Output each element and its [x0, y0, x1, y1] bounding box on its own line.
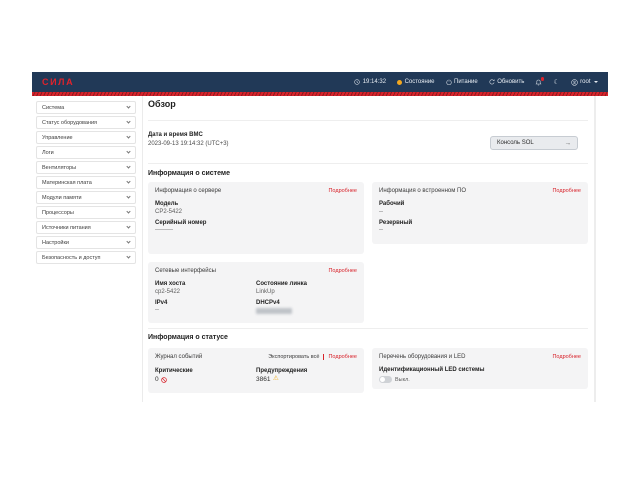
serial-label: Серийный номер	[155, 220, 357, 226]
event-log-card: Журнал событий Экспортировать всё Подроб…	[148, 348, 364, 393]
bmc-web-ui: СИЛА 19:14:32 Состояние	[32, 72, 608, 412]
identify-led-state: Выкл.	[395, 377, 410, 383]
power-menu[interactable]: Питание	[446, 79, 478, 85]
warning-label: Предупреждения	[256, 368, 357, 374]
clock-icon	[354, 79, 360, 85]
main-content: Обзор Дата и время BMC 2023-09-13 19:14:…	[148, 96, 594, 408]
screen: СИЛА 19:14:32 Состояние	[0, 0, 640, 480]
caret-down-icon	[594, 81, 598, 83]
firmware-backup-value: --	[379, 227, 581, 233]
sidebar-nav: Система Статус оборудования Управление Л…	[36, 101, 136, 266]
network-interfaces-card: Сетевые интерфейсы Подробнее Имя хоста c…	[148, 262, 364, 323]
chevron-down-icon	[126, 180, 130, 184]
sidebar-item-security-access[interactable]: Безопасность и доступ	[36, 251, 136, 264]
sidebar-item-memory-modules[interactable]: Модули памяти	[36, 191, 136, 204]
chevron-down-icon	[126, 255, 130, 259]
dhcpv4-label: DHCPv4	[256, 300, 357, 306]
power-menu-label: Питание	[454, 79, 478, 85]
chevron-down-icon	[126, 225, 130, 229]
card-title: Перечень оборудования и LED	[379, 354, 465, 360]
page-title: Обзор	[148, 99, 176, 109]
chevron-down-icon	[126, 135, 130, 139]
bmc-datetime-label: Дата и время BMC	[148, 132, 203, 138]
scrollbar-track[interactable]	[594, 96, 596, 402]
firmware-backup-label: Резервный	[379, 220, 581, 226]
bmc-datetime-value: 2023-09-13 19:14:32 (UTC+3)	[148, 141, 229, 147]
user-icon	[571, 79, 578, 86]
serial-value: ---------	[155, 227, 357, 233]
status-menu[interactable]: Состояние	[397, 79, 434, 85]
sidebar-item-processors[interactable]: Процессоры	[36, 206, 136, 219]
sol-console-button[interactable]: Консоль SOL →	[490, 136, 578, 150]
link-state-label: Состояние линка	[256, 281, 357, 287]
notification-badge	[541, 77, 545, 81]
chevron-down-icon	[126, 105, 130, 109]
server-info-card: Информация о сервере Подробнее Модель CP…	[148, 182, 364, 254]
ipv4-value: --	[155, 307, 256, 313]
divider	[148, 163, 588, 164]
power-icon	[446, 79, 452, 85]
server-more-link[interactable]: Подробнее	[328, 188, 357, 194]
critical-label: Критические	[155, 368, 256, 374]
firmware-active-label: Рабочий	[379, 201, 581, 207]
sidebar-divider	[142, 96, 143, 402]
ipv4-label: IPv4	[155, 300, 256, 306]
navbar-right: 19:14:32 Состояние Питание	[354, 72, 598, 92]
chevron-down-icon	[126, 195, 130, 199]
identify-led-toggle[interactable]	[379, 376, 392, 383]
identify-led-label: Идентификационный LED системы	[379, 367, 581, 373]
hostname-value: cp2-5422	[155, 289, 256, 295]
card-title: Информация о сервере	[155, 188, 221, 194]
status-section-title: Информация о статусе	[148, 334, 228, 341]
chevron-down-icon	[126, 240, 130, 244]
firmware-info-card: Информация о встроенном ПО Подробнее Раб…	[372, 182, 588, 244]
bmc-time-label: 19:14:32	[363, 79, 386, 85]
notifications-button[interactable]	[535, 79, 542, 86]
arrow-right-icon: →	[565, 140, 572, 147]
brand-logo[interactable]: СИЛА	[42, 77, 74, 87]
chevron-down-icon	[126, 210, 130, 214]
refresh-button-label: Обновить	[497, 79, 524, 85]
sidebar-item-logs[interactable]: Логи	[36, 146, 136, 159]
warning-count: 3861	[256, 376, 270, 383]
inventory-led-card: Перечень оборудования и LED Подробнее Ид…	[372, 348, 588, 389]
firmware-active-value: --	[379, 209, 581, 215]
sidebar-item-hardware-status[interactable]: Статус оборудования	[36, 116, 136, 129]
bmc-time: 19:14:32	[354, 79, 386, 85]
chevron-down-icon	[126, 150, 130, 154]
sidebar-item-motherboard[interactable]: Материнская плата	[36, 176, 136, 189]
system-section-title: Информация о системе	[148, 170, 230, 177]
health-warning-dot-icon	[397, 80, 402, 85]
divider	[148, 328, 588, 329]
chevron-down-icon	[126, 120, 130, 124]
warning-icon: ⚠	[273, 376, 279, 383]
divider	[148, 120, 588, 121]
card-title: Информация о встроенном ПО	[379, 188, 466, 194]
link-state-value: LinkUp	[256, 289, 357, 295]
sidebar-item-system[interactable]: Система	[36, 101, 136, 114]
toggle-knob	[380, 377, 385, 382]
sidebar-item-settings[interactable]: Настройки	[36, 236, 136, 249]
moon-icon: ☾	[553, 79, 559, 86]
user-menu[interactable]: root	[571, 79, 598, 86]
model-value: CP2-5422	[155, 209, 357, 215]
top-navbar: СИЛА 19:14:32 Состояние	[32, 72, 608, 92]
refresh-button[interactable]: Обновить	[489, 79, 525, 85]
chevron-down-icon	[126, 165, 130, 169]
user-menu-label: root	[580, 79, 590, 85]
sidebar-item-fans[interactable]: Вентиляторы	[36, 161, 136, 174]
hostname-label: Имя хоста	[155, 281, 256, 287]
model-label: Модель	[155, 201, 357, 207]
theme-toggle-button[interactable]: ☾	[553, 79, 559, 86]
inventory-more-link[interactable]: Подробнее	[552, 354, 581, 360]
sidebar-item-power-supplies[interactable]: Источники питания	[36, 221, 136, 234]
dhcpv4-value-redacted	[256, 308, 292, 314]
critical-icon	[161, 377, 167, 383]
critical-count: 0	[155, 376, 159, 383]
firmware-more-link[interactable]: Подробнее	[552, 188, 581, 194]
refresh-icon	[489, 79, 495, 85]
sidebar-item-control[interactable]: Управление	[36, 131, 136, 144]
status-menu-label: Состояние	[405, 79, 435, 85]
